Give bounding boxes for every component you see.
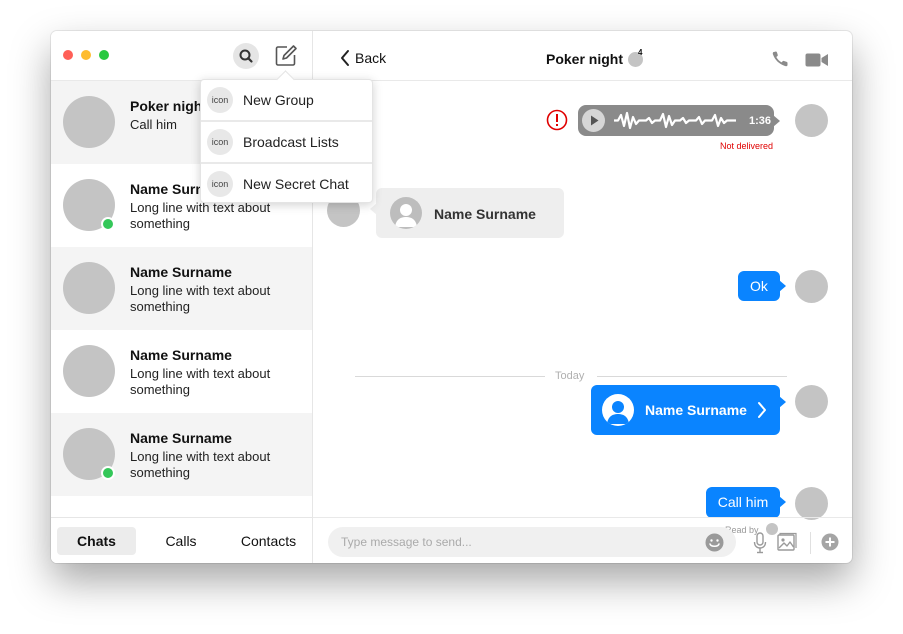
voice-duration: 1:36: [749, 115, 772, 127]
divider-line: [597, 376, 787, 377]
play-icon: [591, 115, 599, 126]
maximize-window-button[interactable]: [99, 50, 109, 60]
message-thread: 1:36 Not delivered Name Surname Ok Today…: [313, 81, 852, 535]
composer-divider: [810, 532, 811, 554]
avatar: [795, 270, 828, 303]
avatar: [795, 487, 828, 520]
bubble-tail: [773, 115, 780, 127]
avatar: [795, 104, 828, 137]
tab-contacts[interactable]: Contacts: [231, 527, 306, 555]
menu-item-icon: icon: [207, 87, 233, 113]
close-window-button[interactable]: [63, 50, 73, 60]
contact-name: Name Surname: [434, 206, 536, 222]
bubble-tail: [779, 396, 786, 408]
chat-name: Name Surname: [130, 264, 232, 280]
minimize-window-button[interactable]: [81, 50, 91, 60]
phone-icon[interactable]: [771, 50, 791, 68]
bubble-tail: [779, 280, 786, 292]
message-text: Call him: [717, 494, 769, 510]
menu-item-icon: icon: [207, 129, 233, 155]
message-bubble[interactable]: Ok: [738, 271, 786, 301]
message-text: Ok: [750, 278, 768, 294]
search-icon: [239, 49, 253, 63]
chat-name: Name Surname: [130, 347, 232, 363]
menu-item-broadcast-lists[interactable]: icon Broadcast Lists: [201, 122, 372, 164]
voice-message[interactable]: 1:36: [578, 105, 780, 136]
date-divider: Today: [555, 370, 585, 382]
avatar: [63, 96, 115, 148]
sidebar-header: [51, 31, 312, 81]
menu-item-label: Broadcast Lists: [243, 134, 339, 150]
chevron-right-icon: [758, 402, 766, 418]
image-icon[interactable]: [777, 532, 797, 552]
menu-item-label: New Secret Chat: [243, 176, 349, 192]
chat-preview: Long line with text about something: [130, 283, 271, 314]
alert-icon[interactable]: [546, 109, 568, 131]
chat-list-item[interactable]: Name Surname Long line with text about s…: [51, 413, 312, 496]
back-label: Back: [355, 50, 387, 66]
tab-calls[interactable]: Calls: [151, 527, 211, 555]
participant-count-badge: 4: [638, 48, 643, 57]
chat-preview: Long line with text about something: [130, 366, 271, 397]
delivery-error-text: Not delivered: [720, 141, 774, 151]
compose-menu: icon New Group icon Broadcast Lists icon…: [200, 79, 373, 203]
bottom-tab-bar: Chats Calls Contacts: [51, 517, 312, 563]
compose-button[interactable]: [274, 44, 298, 68]
menu-item-icon: icon: [207, 171, 233, 197]
messenger-window: Poker night Call him Name Surname Long l…: [51, 31, 852, 563]
back-chevron-icon: [341, 50, 349, 66]
tab-chats[interactable]: Chats: [57, 527, 136, 555]
plus-icon[interactable]: [821, 533, 839, 551]
avatar: [63, 345, 115, 397]
online-status-dot: [101, 466, 115, 480]
message-input[interactable]: [328, 527, 736, 557]
chat-name: Name Surname: [130, 430, 232, 446]
contact-card-sent[interactable]: Name Surname: [591, 385, 786, 435]
online-status-dot: [101, 217, 115, 231]
message-composer: [313, 517, 852, 563]
conversation-pane: Back Poker night 4 1:36 Not delivered Na…: [313, 31, 852, 563]
conversation-header: Back Poker night 4: [313, 31, 852, 81]
compose-icon: [275, 45, 297, 66]
menu-item-new-secret-chat[interactable]: icon New Secret Chat: [201, 164, 372, 204]
video-icon[interactable]: [805, 52, 829, 68]
play-button[interactable]: [582, 109, 605, 132]
avatar: [63, 262, 115, 314]
chat-name: Poker night: [130, 98, 208, 114]
bubble-tail: [370, 203, 377, 215]
waveform: [614, 111, 736, 130]
emoji-icon[interactable]: [705, 533, 724, 552]
search-button[interactable]: [233, 43, 259, 69]
chat-list-item[interactable]: Name Surname Long line with text about s…: [51, 330, 312, 413]
person-icon: [602, 394, 634, 426]
contact-card-received[interactable]: Name Surname: [370, 188, 564, 238]
message-bubble[interactable]: Call him: [706, 487, 786, 518]
bubble-tail: [779, 496, 786, 508]
avatar: [795, 385, 828, 418]
divider-line: [355, 376, 545, 377]
person-icon: [390, 197, 422, 229]
microphone-icon[interactable]: [753, 532, 767, 554]
contact-name: Name Surname: [645, 402, 747, 418]
chat-preview: Long line with text about something: [130, 200, 271, 231]
chat-preview: Long line with text about something: [130, 449, 271, 480]
chat-list-item[interactable]: Name Surname Long line with text about s…: [51, 247, 312, 330]
menu-item-label: New Group: [243, 92, 314, 108]
menu-item-new-group[interactable]: icon New Group: [201, 80, 372, 122]
conversation-title: Poker night: [546, 51, 624, 67]
